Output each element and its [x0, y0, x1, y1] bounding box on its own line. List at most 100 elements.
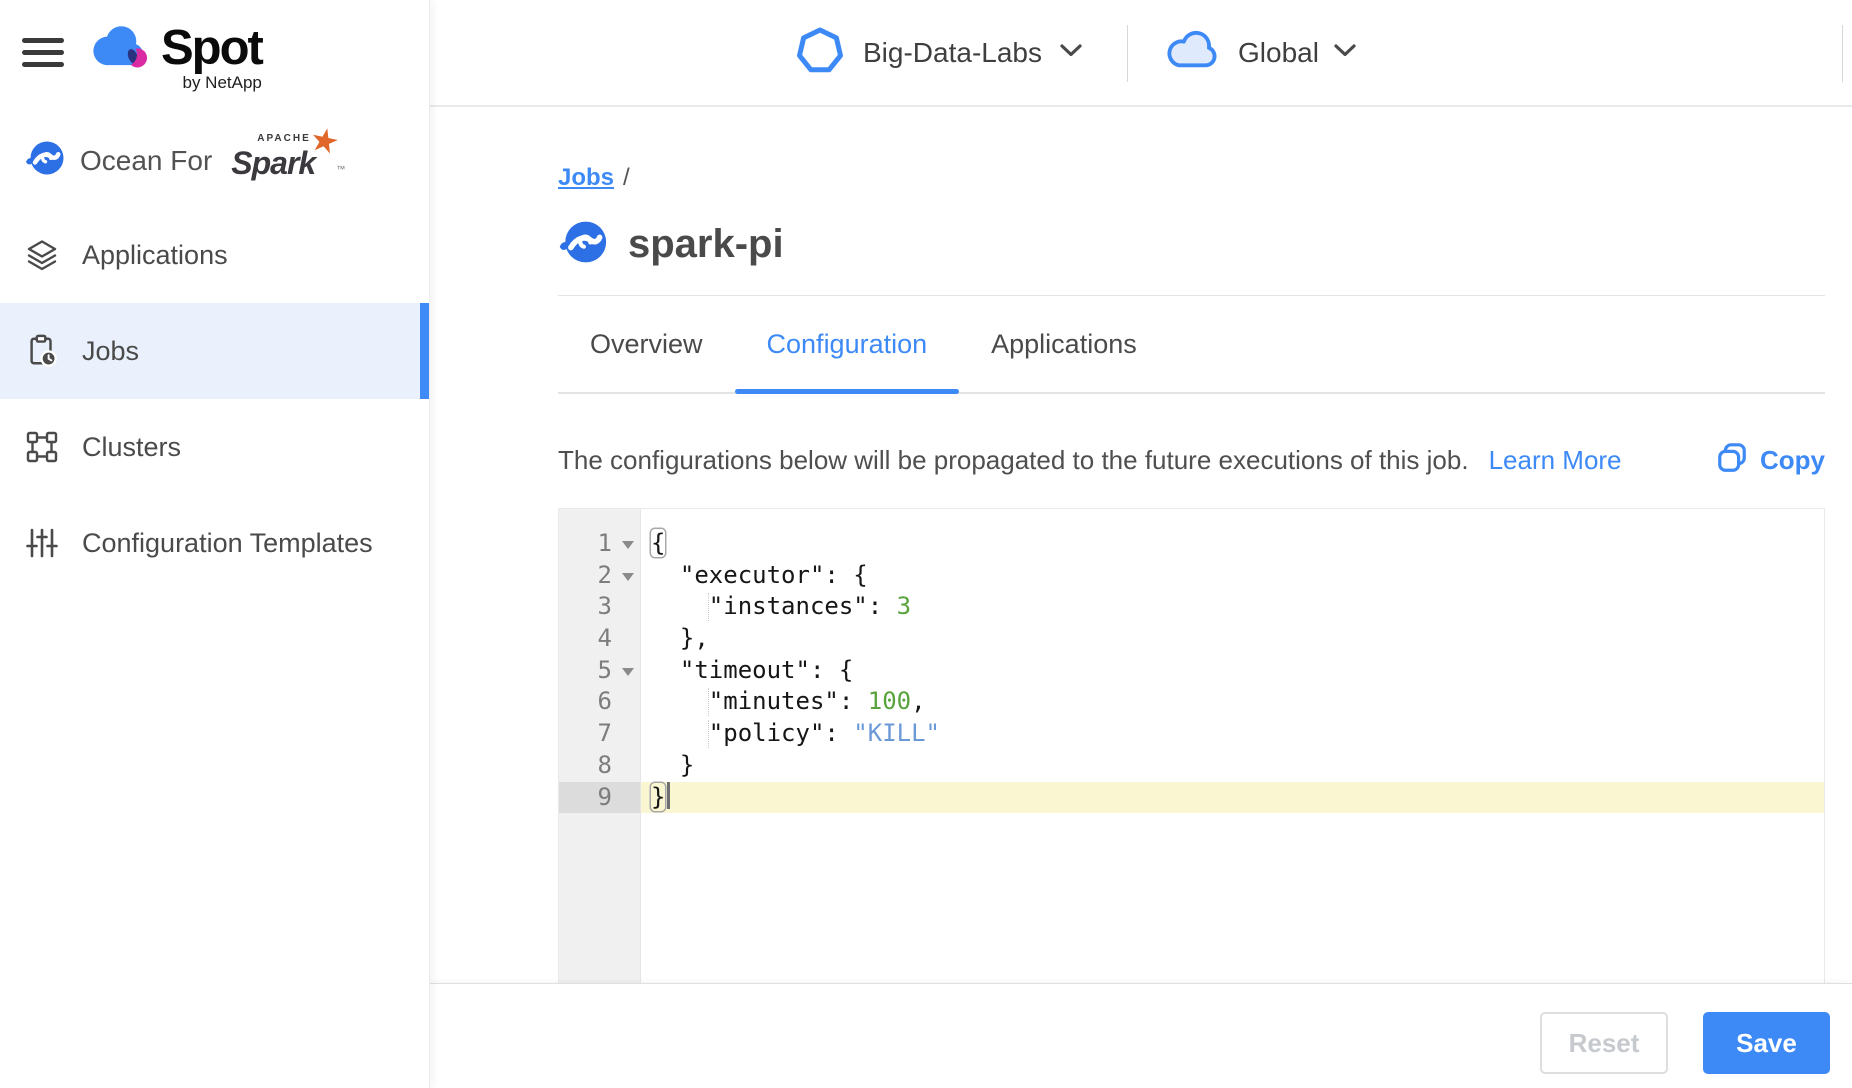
sidebar-item-configuration-templates[interactable]: Configuration Templates [0, 495, 429, 591]
reset-button[interactable]: Reset [1540, 1012, 1668, 1074]
header-divider [1842, 25, 1843, 82]
copy-icon [1716, 442, 1748, 479]
spark-star-icon [306, 118, 343, 162]
tab-bar: OverviewConfigurationApplications [558, 296, 1825, 394]
line-number: 7 [598, 719, 612, 747]
code-line-2[interactable]: "executor": { [641, 560, 1824, 592]
copy-button-label: Copy [1760, 445, 1825, 476]
brand-byline: by NetApp [182, 73, 261, 93]
sidebar-item-label: Configuration Templates [82, 528, 373, 559]
brand-name: Spot [161, 24, 262, 72]
line-number: 4 [598, 624, 612, 652]
fold-toggle-icon[interactable] [622, 668, 634, 676]
trademark-symbol: ™ [336, 164, 345, 174]
tab-configuration[interactable]: Configuration [735, 296, 960, 392]
editor-content[interactable]: { "executor": { "instances": 3 }, "timeo… [641, 509, 1824, 983]
code-line-3[interactable]: "instances": 3 [641, 591, 1824, 623]
heptagon-icon [795, 25, 845, 80]
line-number: 3 [598, 592, 612, 620]
code-token: "timeout": { [651, 656, 853, 684]
sidebar-item-jobs[interactable]: Jobs [0, 303, 429, 399]
config-section-header: The configurations below will be propaga… [558, 436, 1825, 484]
page-title: spark-pi [628, 222, 784, 267]
spot-cloud-icon [92, 24, 152, 75]
chevron-down-icon [1334, 44, 1356, 62]
copy-button[interactable]: Copy [1716, 442, 1825, 479]
gutter-line-9: 9 [559, 782, 640, 814]
line-number: 2 [598, 561, 612, 589]
line-number: 5 [598, 656, 612, 684]
scope-selector[interactable]: Global [1163, 0, 1356, 105]
cluster-nodes-icon [25, 430, 59, 464]
page-title-row: spark-pi [556, 218, 784, 271]
sidebar-nav: Applications Jobs Clusters Configuration… [0, 207, 429, 591]
action-footer: Reset Save [430, 983, 1852, 1088]
code-token: "instances": [651, 592, 897, 620]
code-line-6[interactable]: "minutes": 100, [641, 686, 1824, 718]
spot-logo[interactable]: Spot by NetApp [92, 24, 262, 93]
gutter-line-3: 3 [559, 591, 640, 623]
fold-toggle-icon[interactable] [622, 573, 634, 581]
code-line-9[interactable]: } [641, 782, 1824, 814]
code-token: "minutes": [651, 687, 868, 715]
sidebar-item-label: Jobs [82, 336, 139, 367]
ocean-wave-icon [556, 218, 608, 271]
gutter-line-4: 4 [559, 623, 640, 655]
text-cursor [667, 782, 670, 809]
product-name: Ocean For [80, 145, 212, 177]
code-token: 3 [897, 592, 911, 620]
code-line-1[interactable]: { [641, 528, 1824, 560]
top-header: Big-Data-Labs Global [430, 0, 1852, 107]
clipboard-clock-icon [25, 334, 59, 368]
code-token: "executor": { [651, 561, 868, 589]
json-config-editor[interactable]: 1 2 3 4 567 8 9 { "executor": { "instances": 3… [558, 508, 1825, 983]
sliders-icon [25, 526, 59, 560]
apache-label: APACHE [257, 133, 310, 144]
spark-wordmark: Spark [231, 145, 315, 181]
line-number: 8 [598, 751, 612, 779]
code-token: 100 [868, 687, 911, 715]
gutter-line-6: 6 [559, 686, 640, 718]
layers-icon [25, 238, 59, 272]
code-line-5[interactable]: "timeout": { [641, 655, 1824, 687]
sidebar-item-applications[interactable]: Applications [0, 207, 429, 303]
code-token: }, [651, 624, 709, 652]
gutter-line-8: 8 [559, 750, 640, 782]
fold-toggle-icon[interactable] [622, 541, 634, 549]
learn-more-link[interactable]: Learn More [1489, 445, 1622, 476]
sidebar: Spot by NetApp Ocean For APACHE Spark ™ … [0, 0, 430, 1088]
tab-applications[interactable]: Applications [959, 296, 1169, 392]
code-token: "policy": [651, 719, 853, 747]
gutter-line-2: 2 [559, 560, 640, 592]
product-header: Ocean For APACHE Spark ™ [23, 138, 331, 183]
code-line-4[interactable]: }, [641, 623, 1824, 655]
editor-gutter: 1 2 3 4 567 8 9 [559, 509, 641, 983]
footer-actions: Reset Save [1540, 1012, 1830, 1074]
breadcrumb-separator: / [623, 164, 630, 191]
code-line-7[interactable]: "policy": "KILL" [641, 718, 1824, 750]
chevron-down-icon [1060, 44, 1082, 62]
code-token: } [651, 783, 665, 811]
tab-overview[interactable]: Overview [558, 296, 735, 392]
org-name: Big-Data-Labs [863, 37, 1042, 69]
gutter-line-5: 5 [559, 655, 640, 687]
apache-spark-logo: APACHE Spark ™ [231, 139, 331, 182]
code-token: } [651, 751, 694, 779]
sidebar-item-clusters[interactable]: Clusters [0, 399, 429, 495]
code-line-8[interactable]: } [641, 750, 1824, 782]
sidebar-item-label: Clusters [82, 432, 181, 463]
breadcrumb-jobs-link[interactable]: Jobs [558, 164, 614, 191]
scope-name: Global [1238, 37, 1319, 69]
code-token: "KILL" [853, 719, 940, 747]
line-number: 1 [598, 529, 612, 557]
sidebar-item-label: Applications [82, 240, 228, 271]
line-number: 9 [598, 783, 612, 811]
ocean-wave-icon [23, 138, 65, 183]
org-selector[interactable]: Big-Data-Labs [795, 0, 1082, 105]
gutter-line-1: 1 [559, 528, 640, 560]
code-token: , [911, 687, 925, 715]
breadcrumb: Jobs / [558, 164, 630, 192]
hamburger-menu-icon[interactable] [22, 38, 64, 67]
config-description: The configurations below will be propaga… [558, 445, 1469, 476]
save-button[interactable]: Save [1703, 1012, 1830, 1074]
